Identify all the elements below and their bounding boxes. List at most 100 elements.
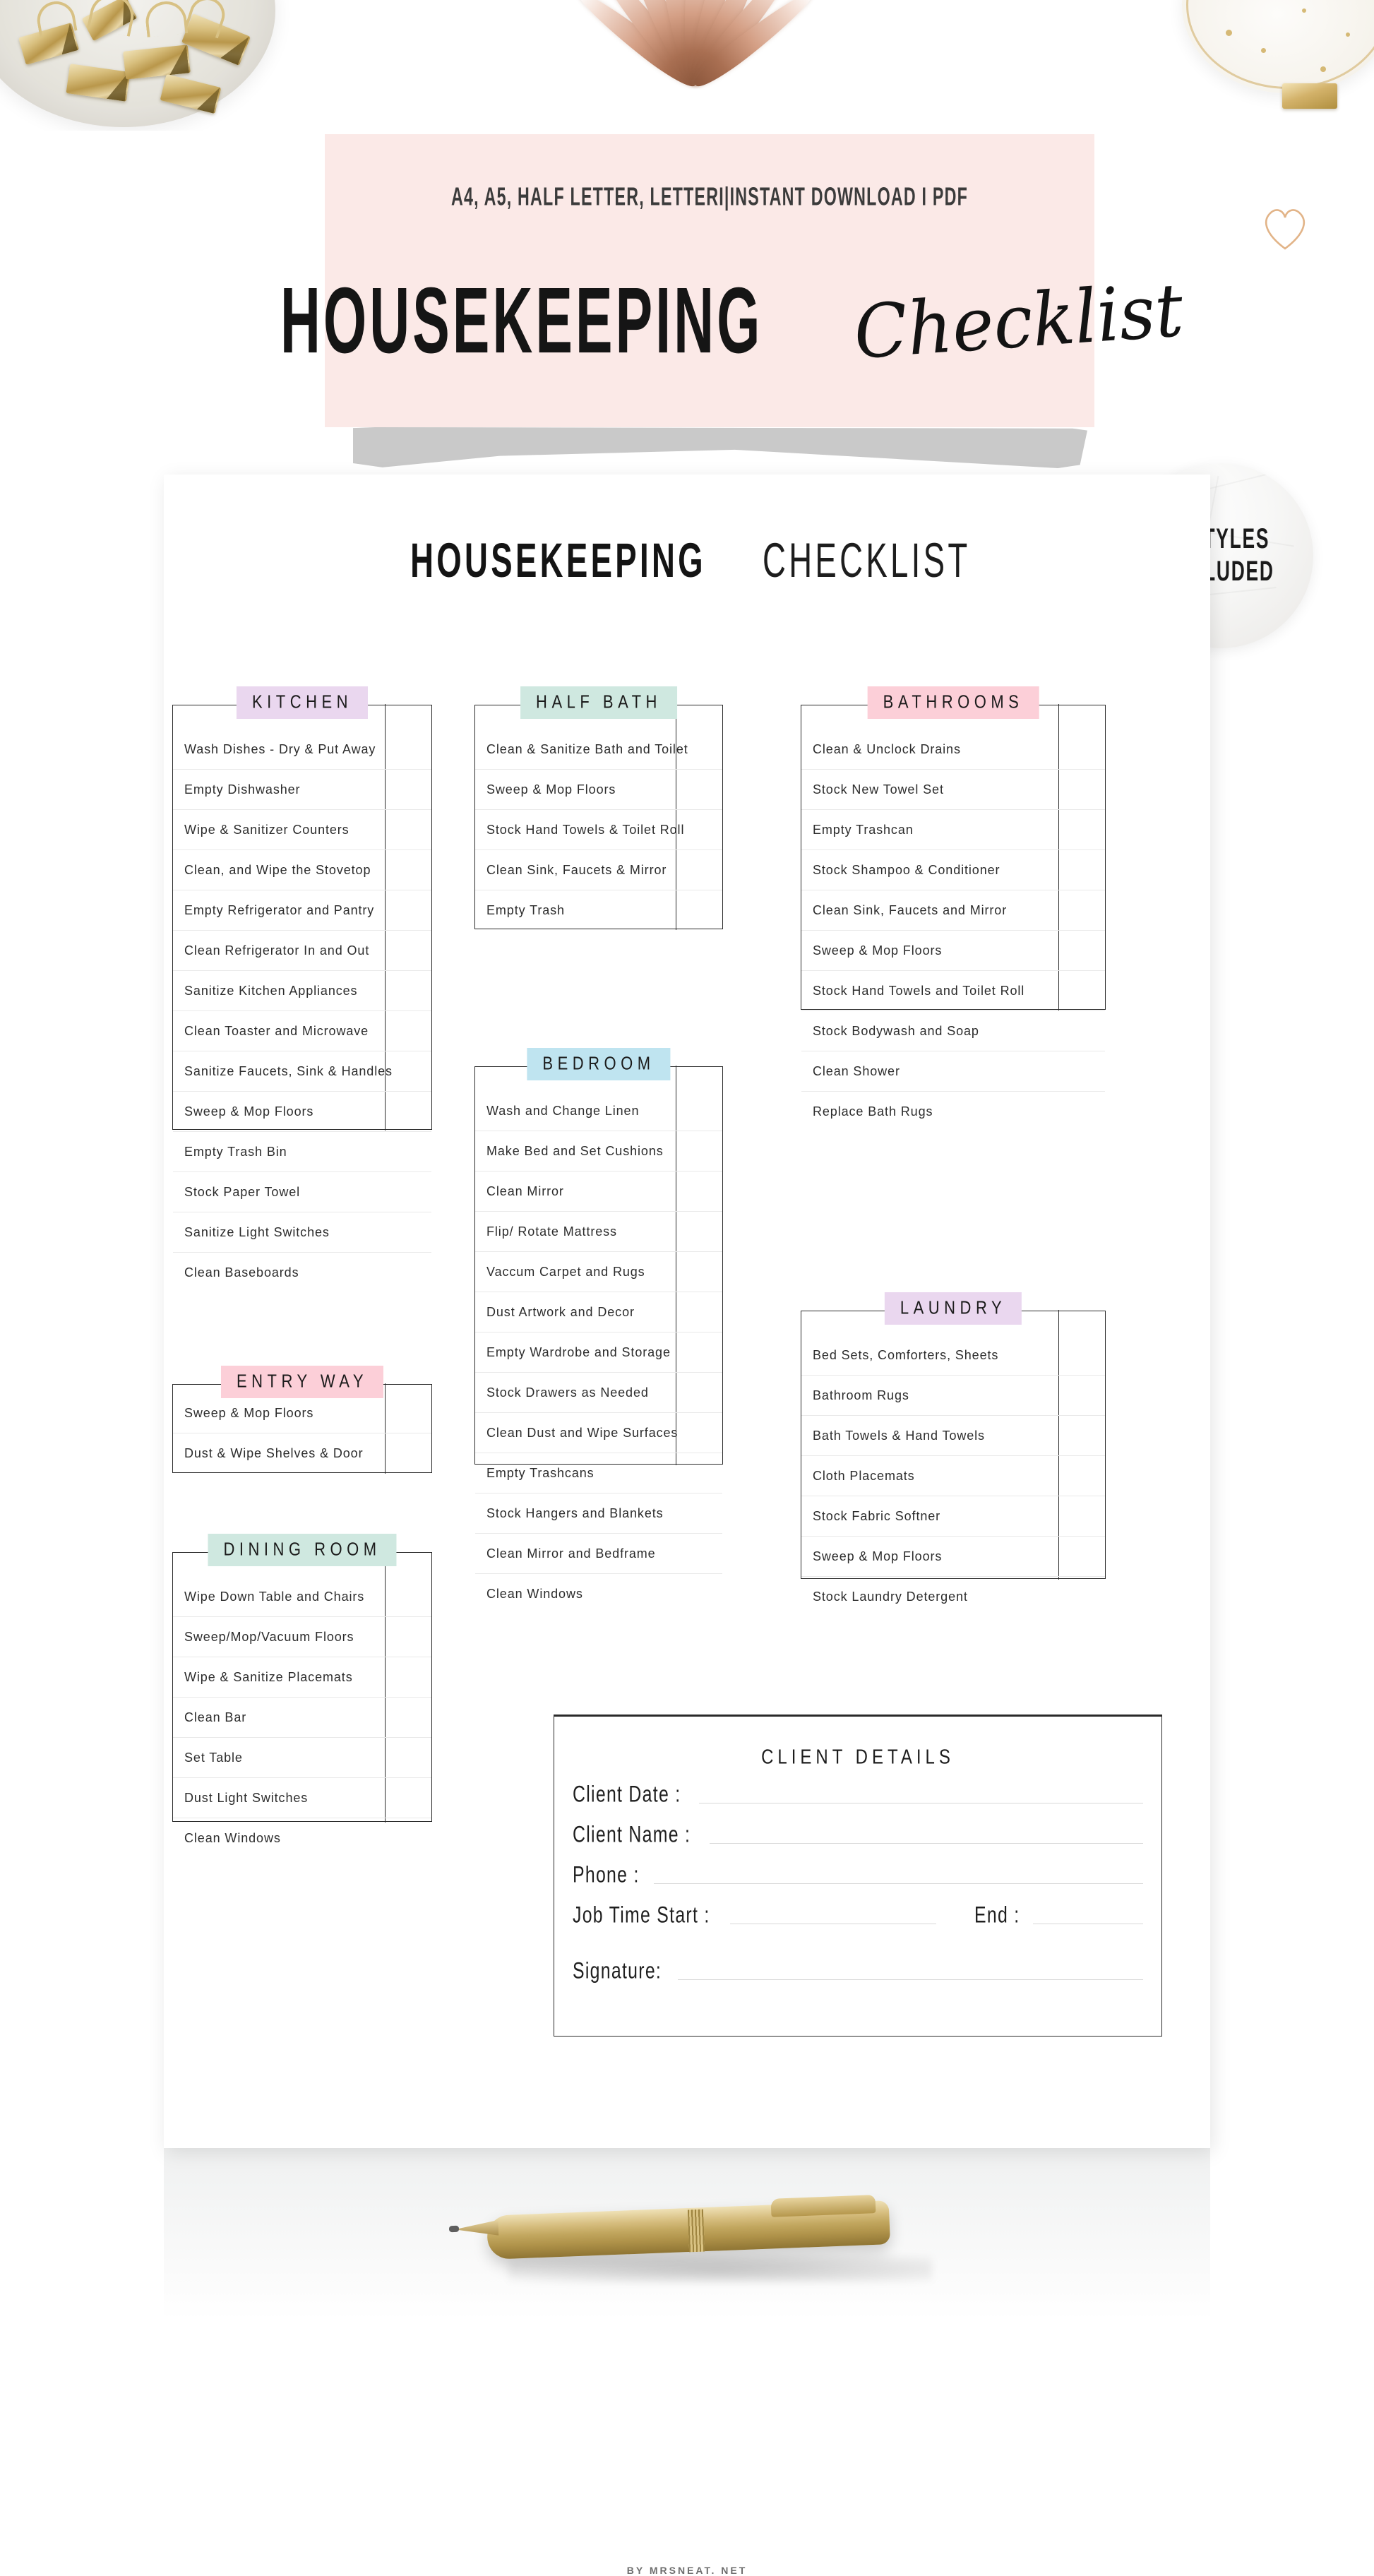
field-job-time[interactable]: Job Time Start : End : — [573, 1888, 1143, 1928]
row-label: Dust & Wipe Shelves & Door — [184, 1446, 364, 1460]
field-label: Client Name : — [573, 1821, 691, 1847]
table-row[interactable]: Vaccum Carpet and Rugs — [475, 1252, 722, 1292]
table-row[interactable]: Clean Bar — [173, 1698, 431, 1738]
field-phone[interactable]: Phone : — [573, 1848, 1143, 1888]
row-label: Clean Shower — [813, 1063, 900, 1078]
table-row[interactable]: Clean & Sanitize Bath and Toilet — [475, 729, 722, 770]
table-row[interactable]: Stock Hand Towels & Toilet Roll — [475, 810, 722, 850]
table-row[interactable]: Empty Trash — [475, 890, 722, 931]
table-row[interactable]: Empty Dishwasher — [173, 770, 431, 810]
table-row[interactable]: Stock Paper Towel — [173, 1172, 431, 1212]
table-row[interactable]: Stock Hand Towels and Toilet Roll — [801, 971, 1105, 1011]
row-label: Wipe & Sanitize Placemats — [184, 1669, 353, 1684]
table-row[interactable]: Wash Dishes - Dry & Put Away — [173, 729, 431, 770]
row-label: Sweep & Mop Floors — [184, 1104, 314, 1119]
row-label: Wipe & Sanitizer Counters — [184, 822, 350, 837]
table-row[interactable]: Clean & Unclock Drains — [801, 729, 1105, 770]
table-row[interactable]: Clean Baseboards — [173, 1253, 431, 1293]
table-row[interactable]: Clean Shower — [801, 1051, 1105, 1092]
card-title-bedroom: BEDROOM — [542, 1052, 655, 1074]
table-row[interactable]: Empty Wardrobe and Storage — [475, 1332, 722, 1373]
field-label: Phone : — [573, 1861, 640, 1888]
card-title-laundry: LAUNDRY — [900, 1296, 1007, 1318]
table-row[interactable]: Sweep & Mop Floors — [801, 931, 1105, 971]
table-row[interactable]: Sweep & Mop Floors — [173, 1092, 431, 1132]
table-row[interactable]: Make Bed and Set Cushions — [475, 1131, 722, 1171]
row-label: Empty Wardrobe and Storage — [486, 1344, 671, 1359]
brush-stroke-accent — [353, 427, 1087, 468]
row-label: Sweep/Mop/Vacuum Floors — [184, 1629, 354, 1644]
row-label: Sweep & Mop Floors — [813, 943, 943, 958]
table-row[interactable]: Bath Towels & Hand Towels — [801, 1416, 1105, 1456]
table-row[interactable]: Clean Windows — [173, 1818, 431, 1859]
table-row[interactable]: Stock Drawers as Needed — [475, 1373, 722, 1413]
table-row[interactable]: Sanitize Faucets, Sink & Handles — [173, 1051, 431, 1092]
table-row[interactable]: Sweep & Mop Floors — [173, 1393, 431, 1433]
table-row[interactable]: Stock Hangers and Blankets — [475, 1493, 722, 1534]
field-client-date[interactable]: Client Date : — [573, 1767, 1143, 1808]
row-label: Clean Bar — [184, 1710, 247, 1724]
field-signature[interactable]: Signature: — [573, 1928, 1143, 1984]
table-row[interactable]: Clean Mirror and Bedframe — [475, 1534, 722, 1574]
row-label: Sanitize Light Switches — [184, 1224, 330, 1239]
table-row[interactable]: Bed Sets, Comforters, Sheets — [801, 1335, 1105, 1376]
table-row[interactable]: Clean Windows — [475, 1574, 722, 1614]
card-title-half-bath: HALF BATH — [536, 691, 662, 712]
table-row[interactable]: Clean Dust and Wipe Surfaces — [475, 1413, 722, 1453]
table-row[interactable]: Stock Bodywash and Soap — [801, 1011, 1105, 1051]
write-line[interactable] — [653, 1883, 1143, 1884]
table-row[interactable]: Dust Light Switches — [173, 1778, 431, 1818]
table-row[interactable]: Sweep & Mop Floors — [475, 770, 722, 810]
table-row[interactable]: Wipe Down Table and Chairs — [173, 1577, 431, 1617]
pen-shadow — [508, 2255, 932, 2283]
table-row[interactable]: Empty Trash Bin — [173, 1132, 431, 1172]
table-row[interactable]: Dust Artwork and Decor — [475, 1292, 722, 1332]
row-label: Sweep & Mop Floors — [184, 1405, 314, 1420]
card-header-dining-room: DINING ROOM — [208, 1534, 397, 1566]
table-row[interactable]: Sanitize Kitchen Appliances — [173, 971, 431, 1011]
row-label: Dust Artwork and Decor — [486, 1304, 635, 1319]
table-row[interactable]: Empty Trashcan — [801, 810, 1105, 850]
table-row[interactable]: Clean, and Wipe the Stovetop — [173, 850, 431, 890]
row-label: Clean & Sanitize Bath and Toilet — [486, 741, 688, 756]
field-client-name[interactable]: Client Name : — [573, 1808, 1143, 1848]
table-row[interactable]: Wipe & Sanitize Placemats — [173, 1657, 431, 1698]
write-line[interactable] — [709, 1843, 1143, 1844]
table-row[interactable]: Dust & Wipe Shelves & Door — [173, 1433, 431, 1474]
table-row[interactable]: Sweep & Mop Floors — [801, 1537, 1105, 1577]
table-row[interactable]: Cloth Placemats — [801, 1456, 1105, 1496]
table-row[interactable]: Clean Mirror — [475, 1171, 722, 1212]
table-row[interactable]: Clean Toaster and Microwave — [173, 1011, 431, 1051]
card-title-bathrooms: BATHROOMS — [883, 691, 1024, 712]
card-header-bathrooms: BATHROOMS — [867, 686, 1039, 719]
table-row[interactable]: Clean Sink, Faucets & Mirror — [475, 850, 722, 890]
table-row[interactable]: Wash and Change Linen — [475, 1091, 722, 1131]
table-row[interactable]: Clean Refrigerator In and Out — [173, 931, 431, 971]
table-row[interactable]: Replace Bath Rugs — [801, 1092, 1105, 1132]
row-label: Wipe Down Table and Chairs — [184, 1589, 365, 1604]
row-label: Sweep & Mop Floors — [486, 782, 616, 797]
row-label: Set Table — [184, 1750, 243, 1765]
table-row[interactable]: Stock Shampoo & Conditioner — [801, 850, 1105, 890]
write-line[interactable] — [678, 1979, 1143, 1980]
table-row[interactable]: Set Table — [173, 1738, 431, 1778]
card-box-kitchen: Wash Dishes - Dry & Put Away Empty Dishw… — [172, 704, 432, 1280]
table-row[interactable]: Stock Fabric Softner — [801, 1496, 1105, 1537]
row-label: Stock Bodywash and Soap — [813, 1023, 979, 1038]
table-row[interactable]: Sanitize Light Switches — [173, 1212, 431, 1253]
table-row[interactable]: Wipe & Sanitizer Counters — [173, 810, 431, 850]
row-label: Clean Toaster and Microwave — [184, 1023, 369, 1038]
table-row[interactable]: Stock New Towel Set — [801, 770, 1105, 810]
hero-title-row: HOUSEKEEPING Checklist — [64, 267, 1356, 376]
table-row[interactable]: Sweep/Mop/Vacuum Floors — [173, 1617, 431, 1657]
table-row[interactable]: Empty Trashcans — [475, 1453, 722, 1493]
table-row[interactable]: Empty Refrigerator and Pantry — [173, 890, 431, 931]
row-label: Stock Hangers and Blankets — [486, 1505, 664, 1520]
table-row[interactable]: Stock Laundry Detergent — [801, 1577, 1105, 1617]
row-label: Clean, and Wipe the Stovetop — [184, 862, 371, 877]
card-title-dining-room: DINING ROOM — [223, 1538, 381, 1560]
table-row[interactable]: Flip/ Rotate Mattress — [475, 1212, 722, 1252]
table-row[interactable]: Clean Sink, Faucets and Mirror — [801, 890, 1105, 931]
row-label: Clean Mirror and Bedframe — [486, 1546, 656, 1561]
table-row[interactable]: Bathroom Rugs — [801, 1376, 1105, 1416]
